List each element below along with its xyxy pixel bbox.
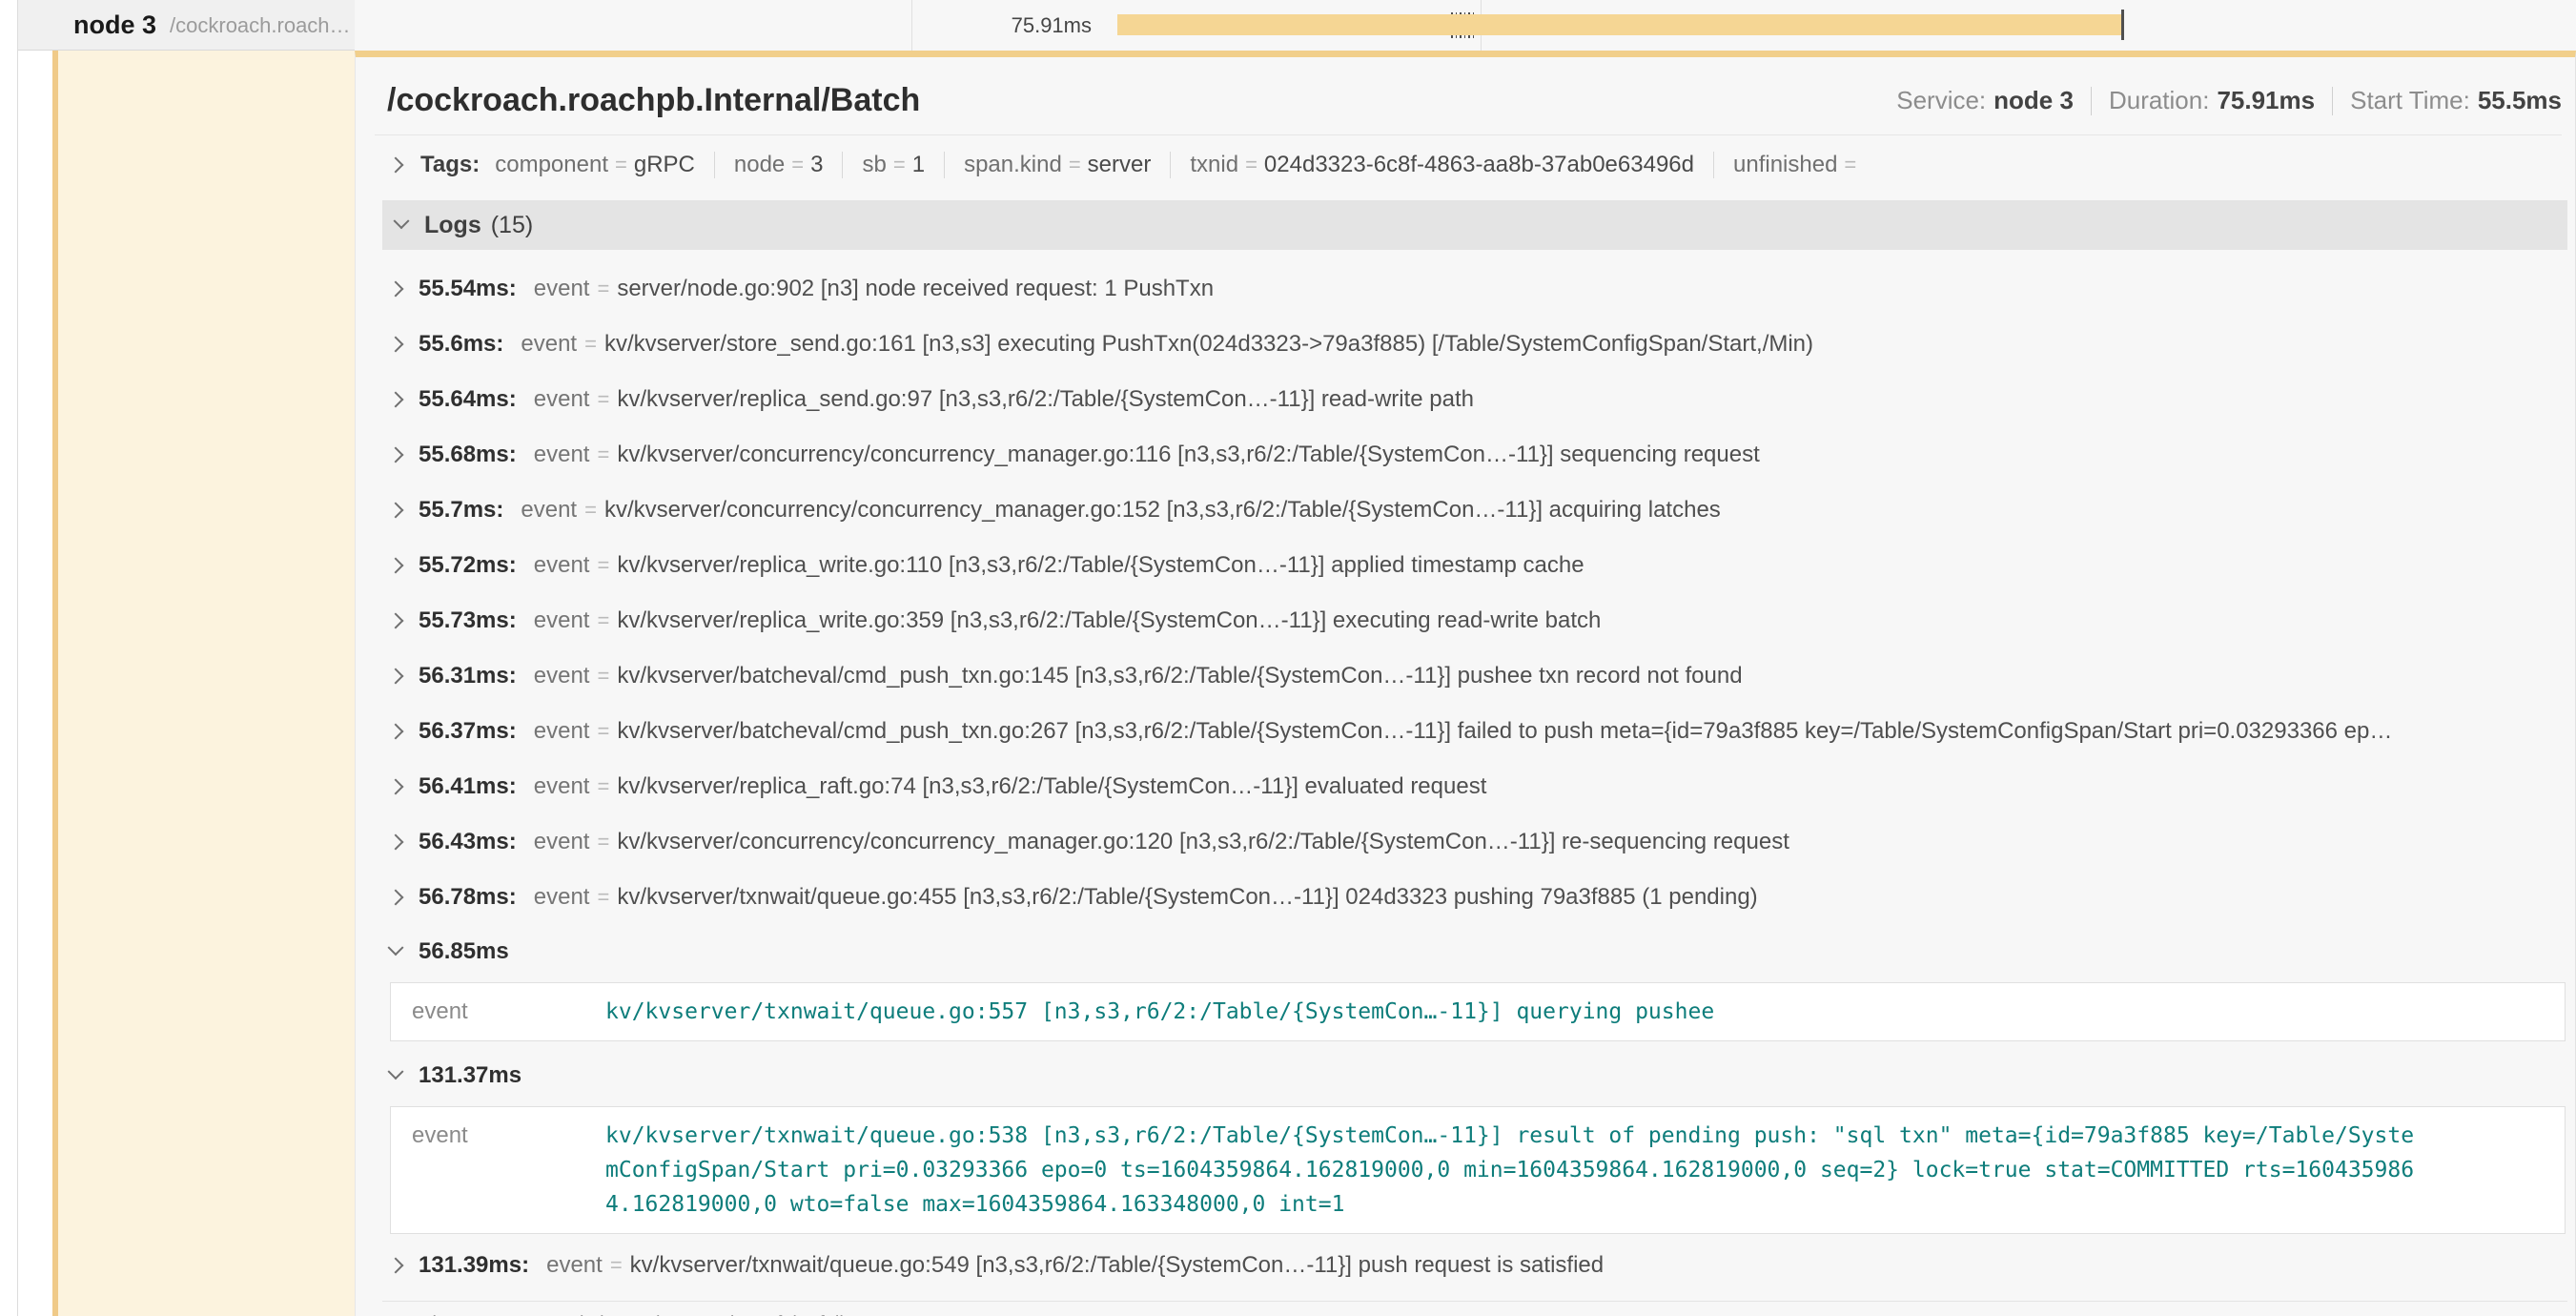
start-time-value: 55.5ms <box>2478 86 2562 115</box>
span-service-name: node 3 <box>73 10 156 40</box>
log-row[interactable]: 55.72ms:event=kv/kvserver/replica_write.… <box>382 538 2567 593</box>
log-row[interactable]: 56.37ms:event=kv/kvserver/batcheval/cmd_… <box>382 704 2567 759</box>
tag-divider <box>1713 152 1714 178</box>
log-row[interactable]: 56.31ms:event=kv/kvserver/batcheval/cmd_… <box>382 648 2567 704</box>
chevron-right-icon <box>388 558 404 574</box>
chevron-down-icon <box>394 213 410 229</box>
chevron-right-icon <box>388 447 404 463</box>
chevron-right-icon <box>388 834 404 851</box>
log-row[interactable]: 56.78ms:event=kv/kvserver/txnwait/queue.… <box>382 870 2567 925</box>
left-column-divider <box>17 0 18 1316</box>
span-meta: Service:node 3 Duration:75.91ms Start Ti… <box>1896 86 2562 115</box>
logs-label: Logs <box>424 212 481 239</box>
tag-sb: sb=1 <box>862 152 925 178</box>
meta-divider <box>2091 87 2092 115</box>
tag-span-kind: span.kind=server <box>964 152 1151 178</box>
span-timeline[interactable]: 75.91ms <box>355 0 2576 51</box>
chevron-right-icon <box>388 613 404 629</box>
logs-footer-note: Log timestamps are relative to the start… <box>382 1301 2567 1316</box>
log-fields-table: event kv/kvserver/txnwait/queue.go:557 [… <box>390 982 2566 1041</box>
service-color-band <box>58 51 355 1316</box>
span-name-cell[interactable]: node 3 /cockroach.roach… <box>18 0 355 51</box>
log-field-value: kv/kvserver/txnwait/queue.go:538 [n3,s3,… <box>605 1119 2422 1222</box>
log-expanded-header[interactable]: 131.37ms <box>382 1055 2567 1097</box>
log-row[interactable]: 56.41ms:event=kv/kvserver/replica_raft.g… <box>382 759 2567 814</box>
chevron-down-icon <box>388 939 404 956</box>
tags-accordion[interactable]: Tags: component=gRPC node=3 sb=1 span.ki… <box>356 135 2575 195</box>
timeline-column-border <box>911 0 912 51</box>
logs-accordion-header[interactable]: Logs (15) <box>382 200 2567 250</box>
log-entry-expanded: 131.37ms event kv/kvserver/txnwait/queue… <box>382 1055 2567 1234</box>
tag-node: node=3 <box>734 152 824 178</box>
duration-label: Duration: <box>2109 86 2210 115</box>
chevron-right-icon <box>388 668 404 685</box>
log-row[interactable]: 131.39ms:event=kv/kvserver/txnwait/queue… <box>382 1238 2567 1293</box>
tags-label: Tags: <box>420 152 480 178</box>
log-row[interactable]: 55.54ms:event=server/node.go:902 [n3] no… <box>382 261 2567 317</box>
end-log-marker <box>2121 10 2124 40</box>
operation-title: /cockroach.roachpb.Internal/Batch <box>387 82 920 119</box>
span-detail-panel: /cockroach.roachpb.Internal/Batch Servic… <box>355 51 2576 1316</box>
tag-component: component=gRPC <box>495 152 695 178</box>
log-expanded-header[interactable]: 56.85ms <box>382 931 2567 973</box>
chevron-right-icon <box>388 157 404 174</box>
chevron-right-icon <box>388 337 404 353</box>
service-value: node 3 <box>1993 86 2074 115</box>
log-row[interactable]: 55.7ms:event=kv/kvserver/concurrency/con… <box>382 483 2567 538</box>
logs-count: (15) <box>491 212 533 239</box>
log-field-value: kv/kvserver/txnwait/queue.go:557 [n3,s3,… <box>605 995 2422 1029</box>
span-operation-name: /cockroach.roach… <box>170 13 351 38</box>
chevron-right-icon <box>388 779 404 795</box>
chevron-right-icon <box>388 392 404 408</box>
chevron-down-icon <box>388 1063 404 1080</box>
log-list: 55.54ms:event=server/node.go:902 [n3] no… <box>382 261 2567 1293</box>
chevron-right-icon <box>388 890 404 906</box>
log-row[interactable]: 55.73ms:event=kv/kvserver/replica_write.… <box>382 593 2567 648</box>
log-row[interactable]: 55.6ms:event=kv/kvserver/store_send.go:1… <box>382 317 2567 372</box>
log-row[interactable]: 56.43ms:event=kv/kvserver/concurrency/co… <box>382 814 2567 870</box>
tag-divider <box>944 152 945 178</box>
span-bar[interactable] <box>1117 14 2122 35</box>
tag-divider <box>714 152 715 178</box>
duration-value: 75.91ms <box>2217 86 2315 115</box>
log-row[interactable]: 55.68ms:event=kv/kvserver/concurrency/co… <box>382 427 2567 483</box>
chevron-right-icon <box>388 281 404 298</box>
meta-divider <box>2332 87 2333 115</box>
tag-divider <box>842 152 843 178</box>
log-row[interactable]: 55.64ms:event=kv/kvserver/replica_send.g… <box>382 372 2567 427</box>
chevron-right-icon <box>388 724 404 740</box>
chevron-right-icon <box>388 503 404 519</box>
service-label: Service: <box>1896 86 1986 115</box>
start-time-label: Start Time: <box>2350 86 2470 115</box>
log-field-key[interactable]: event <box>391 995 605 1029</box>
tag-unfinished: unfinished= <box>1733 152 1863 178</box>
chevron-right-icon <box>388 1258 404 1274</box>
log-fields-table: event kv/kvserver/txnwait/queue.go:538 [… <box>390 1106 2566 1234</box>
log-entry-expanded: 56.85ms event kv/kvserver/txnwait/queue.… <box>382 931 2567 1041</box>
log-field-key[interactable]: event <box>391 1119 605 1153</box>
tag-divider <box>1170 152 1171 178</box>
tag-txnid: txnid=024d3323-6c8f-4863-aa8b-37ab0e6349… <box>1190 152 1694 178</box>
detail-header: /cockroach.roachpb.Internal/Batch Servic… <box>356 57 2575 134</box>
trace-span-detail-view: ∨ node 3 /cockroach.roach… 75.91ms /cock… <box>0 0 2576 1316</box>
span-duration-label: 75.91ms <box>1012 0 1092 51</box>
span-row[interactable]: ∨ node 3 /cockroach.roach… 75.91ms <box>0 0 2576 51</box>
